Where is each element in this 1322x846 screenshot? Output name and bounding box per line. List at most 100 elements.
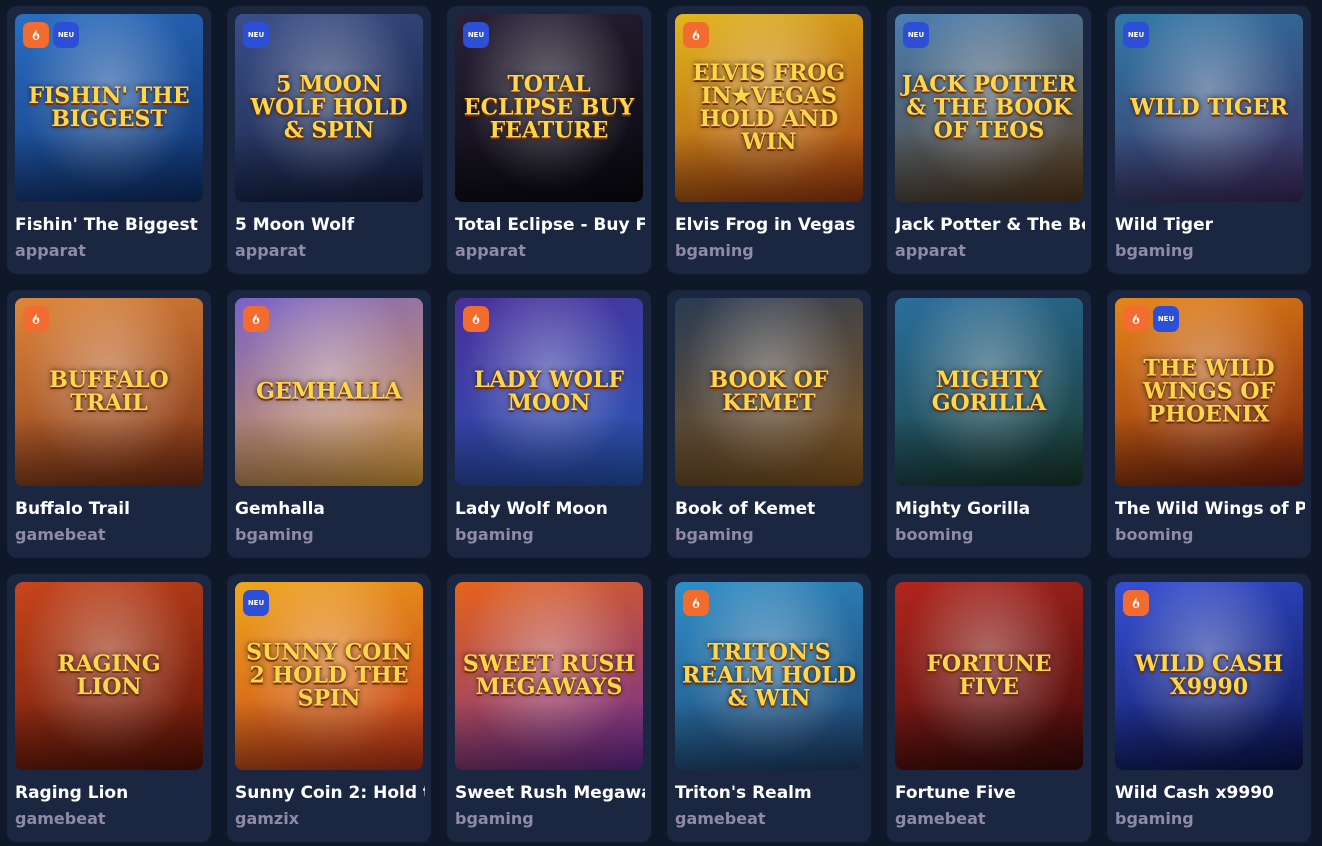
game-title[interactable]: Total Eclipse - Buy Feature [455,214,645,236]
game-card[interactable]: WILD TIGER NEU Wild Tiger bgaming [1107,6,1311,274]
game-logo-art: BUFFALO TRAIL [49,366,169,416]
game-title[interactable]: The Wild Wings of Phoenix [1115,498,1305,520]
game-logo-art: JACK POTTER & THE BOOK OF TEOS [901,71,1077,144]
thumbnail-shade [15,700,203,770]
game-thumbnail[interactable]: WILD TIGER NEU [1115,14,1303,202]
game-title[interactable]: Jack Potter & The Book of Teos [895,214,1085,236]
game-thumbnail[interactable]: THE WILD WINGS OF PHOENIX NEU [1115,298,1303,486]
game-title[interactable]: Sunny Coin 2: Hold the Spin [235,782,425,804]
game-logo-art: TOTAL ECLIPSE Buy Feature [463,71,635,144]
thumbnail-shade [455,700,643,770]
game-card[interactable]: BUFFALO TRAIL Buffalo Trail gamebeat [7,290,211,558]
game-title[interactable]: 5 Moon Wolf [235,214,425,236]
game-thumbnail[interactable]: FISHIN' the BIGGEST NEU [15,14,203,202]
game-title[interactable]: Buffalo Trail [15,498,205,520]
game-title[interactable]: Wild Tiger [1115,214,1305,236]
game-card[interactable]: Lady Wolf Moon Lady Wolf Moon bgaming [447,290,651,558]
game-provider: gamzix [235,809,300,828]
game-logo-art: SUNNY COIN 2 HOLD THE SPIN [246,639,412,712]
game-provider: bgaming [675,241,754,260]
new-badge: NEU [1153,306,1179,332]
game-title[interactable]: Wild Cash x9990 [1115,782,1305,804]
flame-icon [243,306,269,332]
game-thumbnail[interactable]: TRITON'S REALM HOLD & WIN [675,582,863,770]
game-thumbnail[interactable]: MIGHTY GORILLA [895,298,1083,486]
game-thumbnail[interactable]: 5 MOON WOLF HOLD & SPIN NEU [235,14,423,202]
game-card[interactable]: THE WILD WINGS OF PHOENIX NEU The Wild Win… [1107,290,1311,558]
game-card[interactable]: FISHIN' the BIGGEST NEU Fishin' The Bigges… [7,6,211,274]
game-thumbnail[interactable]: SUNNY COIN 2 HOLD THE SPIN NEU [235,582,423,770]
game-title[interactable]: Fortune Five [895,782,1085,804]
game-provider: apparat [15,241,86,260]
flame-icon [683,590,709,616]
game-logo-art: FORTUNE FIVE [926,650,1052,700]
badge-group: NEU [243,22,269,48]
game-title[interactable]: Mighty Gorilla [895,498,1085,520]
game-card[interactable]: SUNNY COIN 2 HOLD THE SPIN NEU Sunny Coin … [227,574,431,842]
flame-icon [683,22,709,48]
game-title[interactable]: Triton's Realm [675,782,865,804]
game-card[interactable]: BOOK OF KEMET Book of Kemet bgaming [667,290,871,558]
new-badge: NEU [243,22,269,48]
thumbnail-shade [15,132,203,202]
game-logo-art: Wild CASH X9990 [1134,650,1284,700]
game-card[interactable]: 5 MOON WOLF HOLD & SPIN NEU 5 Moon Wolf app… [227,6,431,274]
game-provider: bgaming [1115,809,1194,828]
game-logo-art: BOOK OF KEMET [709,366,829,416]
game-card[interactable]: RAGING LION Raging Lion gamebeat [7,574,211,842]
thumbnail-shade [675,416,863,486]
game-logo-art: Lady Wolf Moon [474,366,624,416]
game-logo-art: RAGING LION [57,650,161,700]
game-logo-art: Sweet Rush MEGAWAYS [462,650,636,700]
new-badge: NEU [463,22,489,48]
badge-group [243,306,269,332]
game-thumbnail[interactable]: Lady Wolf Moon [455,298,643,486]
game-thumbnail[interactable]: BOOK OF KEMET [675,298,863,486]
game-title[interactable]: Raging Lion [15,782,205,804]
thumbnail-shade [895,700,1083,770]
game-card[interactable]: ELVIS FROG IN★VEGAS HOLD AND WIN Elvis Fr… [667,6,871,274]
flame-icon [1123,306,1149,332]
thumbnail-shade [235,416,423,486]
game-provider: booming [1115,525,1194,544]
game-title[interactable]: Gemhalla [235,498,425,520]
game-title[interactable]: Elvis Frog in Vegas [675,214,865,236]
game-title[interactable]: Sweet Rush Megaways [455,782,645,804]
game-thumbnail[interactable]: RAGING LION [15,582,203,770]
game-card[interactable]: TOTAL ECLIPSE Buy Feature NEU Total Eclips… [447,6,651,274]
game-thumbnail[interactable]: JACK POTTER & THE BOOK OF TEOS NEU [895,14,1083,202]
game-card[interactable]: MIGHTY GORILLA Mighty Gorilla booming [887,290,1091,558]
game-thumbnail[interactable]: BUFFALO TRAIL [15,298,203,486]
thumbnail-shade [1115,132,1303,202]
badge-group [683,590,709,616]
game-card[interactable]: Sweet Rush MEGAWAYS Sweet Rush Megaways bg… [447,574,651,842]
game-thumbnail[interactable]: ELVIS FROG IN★VEGAS HOLD AND WIN [675,14,863,202]
game-card[interactable]: JACK POTTER & THE BOOK OF TEOS NEU Jack Po… [887,6,1091,274]
game-logo-art: WILD TIGER [1130,94,1288,121]
new-badge: NEU [243,590,269,616]
game-provider: bgaming [1115,241,1194,260]
thumbnail-shade [455,416,643,486]
game-provider: bgaming [675,525,754,544]
game-thumbnail[interactable]: FORTUNE FIVE [895,582,1083,770]
game-card[interactable]: TRITON'S REALM HOLD & WIN Triton's Realm g… [667,574,871,842]
game-provider: gamebeat [15,809,106,828]
new-badge: NEU [53,22,79,48]
game-thumbnail[interactable]: TOTAL ECLIPSE Buy Feature NEU [455,14,643,202]
game-provider: apparat [455,241,526,260]
flame-icon [463,306,489,332]
game-logo-art: MIGHTY GORILLA [931,366,1047,416]
game-logo-art: 5 MOON WOLF HOLD & SPIN [250,71,408,144]
game-title[interactable]: Book of Kemet [675,498,865,520]
game-thumbnail[interactable]: Sweet Rush MEGAWAYS [455,582,643,770]
game-card[interactable]: GEMHALLA Gemhalla bgaming [227,290,431,558]
thumbnail-shade [1115,700,1303,770]
game-card[interactable]: FORTUNE FIVE Fortune Five gamebeat [887,574,1091,842]
game-title[interactable]: Fishin' The Biggest [15,214,205,236]
game-thumbnail[interactable]: Wild CASH X9990 [1115,582,1303,770]
game-thumbnail[interactable]: GEMHALLA [235,298,423,486]
game-logo-art: ELVIS FROG IN★VEGAS HOLD AND WIN [692,59,846,156]
game-title[interactable]: Lady Wolf Moon [455,498,645,520]
badge-group [23,306,49,332]
game-card[interactable]: Wild CASH X9990 Wild Cash x9990 bgaming [1107,574,1311,842]
